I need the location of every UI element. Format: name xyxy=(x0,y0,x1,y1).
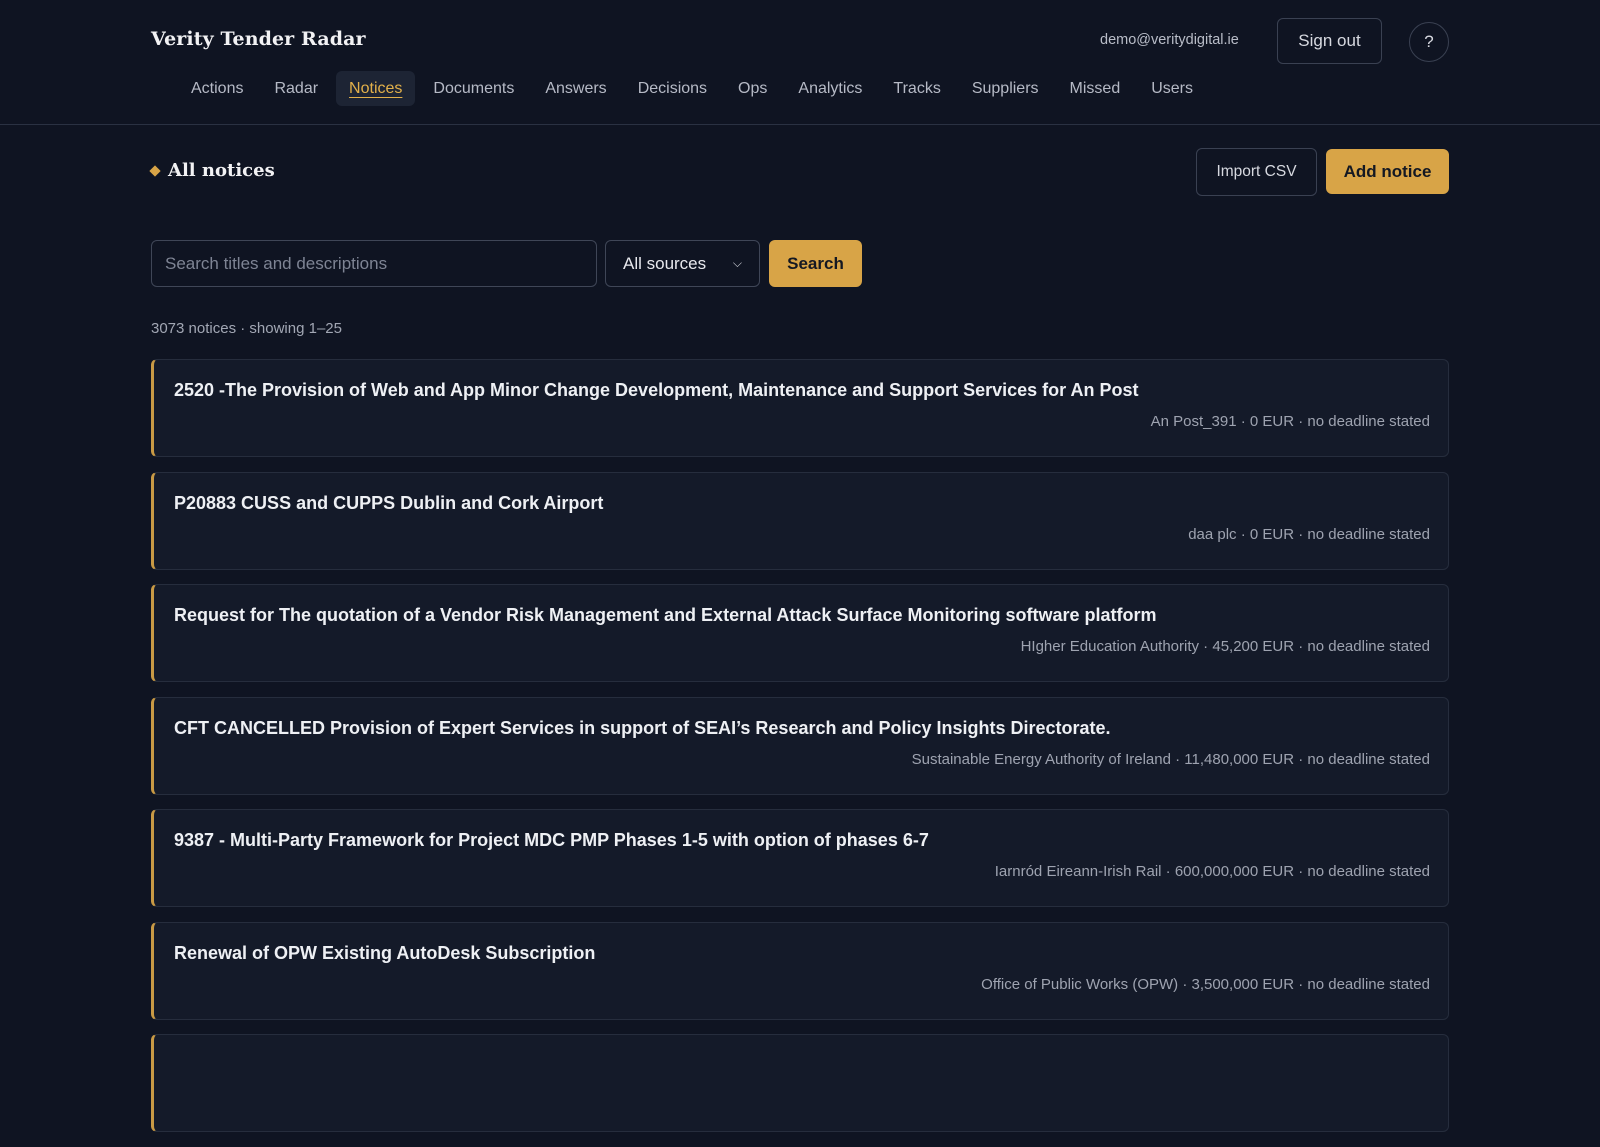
nav-item-analytics[interactable]: Analytics xyxy=(785,71,875,106)
page-title: All notices xyxy=(168,160,275,181)
notice-meta: Office of Public Works (OPW) · 3,500,000… xyxy=(981,975,1430,993)
source-select[interactable]: All sources ⌵ xyxy=(605,240,760,287)
help-button[interactable]: ? xyxy=(1409,22,1449,62)
notice-meta: Iarnród Eireann-Irish Rail · 600,000,000… xyxy=(994,863,1430,880)
main-nav: Actions Radar Notices Documents Answers Decis… xyxy=(178,71,1211,106)
notice-title[interactable]: Renewal of OPW Existing AutoDesk Subscri… xyxy=(174,943,595,964)
notice-meta: Sustainable Energy Authority of Ireland … xyxy=(911,750,1430,768)
notice-title[interactable]: P20883 CUSS and CUPPS Dublin and Cork Ai… xyxy=(174,493,603,514)
source-select-value: All sources xyxy=(623,253,707,273)
results-summary: 3073 notices · showing 1–25 xyxy=(151,320,342,337)
nav-item-ops[interactable]: Ops xyxy=(725,71,780,106)
nav-item-documents[interactable]: Documents xyxy=(420,71,527,106)
notice-title[interactable]: Request for The quotation of a Vendor Ri… xyxy=(174,605,1156,626)
nav-item-users[interactable]: Users xyxy=(1138,71,1206,106)
search-input[interactable] xyxy=(151,240,597,287)
notice-card[interactable]: 2520 -The Provision of Web and App Minor… xyxy=(151,359,1449,457)
sign-out-button[interactable]: Sign out xyxy=(1277,18,1382,64)
notice-title[interactable]: 2520 -The Provision of Web and App Minor… xyxy=(174,380,1139,401)
notice-card[interactable]: P20883 CUSS and CUPPS Dublin and Cork Ai… xyxy=(151,471,1449,570)
user-email: demo@veritydigital.ie xyxy=(1100,32,1239,48)
nav-item-missed[interactable]: Missed xyxy=(1057,71,1134,106)
top-header: Verity Tender Radar demo@veritydigital.i… xyxy=(0,0,1600,125)
notice-meta: An Post_391 · 0 EUR · no deadline stated xyxy=(1150,413,1430,430)
notice-title[interactable]: 9387 - Multi-Party Framework for Project… xyxy=(174,830,929,851)
nav-item-answers[interactable]: Answers xyxy=(532,71,619,106)
nav-item-notices[interactable]: Notices xyxy=(336,71,416,106)
notice-card[interactable] xyxy=(151,1034,1449,1132)
add-notice-button[interactable]: Add notice xyxy=(1326,149,1449,194)
chevron-down-icon: ⌵ xyxy=(732,256,742,270)
notice-card[interactable]: CFT CANCELLED Provision of Expert Servic… xyxy=(151,696,1449,795)
notice-title[interactable]: CFT CANCELLED Provision of Expert Servic… xyxy=(174,718,1111,739)
nav-item-decisions[interactable]: Decisions xyxy=(625,71,720,106)
brand-title[interactable]: Verity Tender Radar xyxy=(151,28,366,50)
nav-item-radar[interactable]: Radar xyxy=(261,71,331,106)
notice-card[interactable]: Renewal of OPW Existing AutoDesk Subscri… xyxy=(151,921,1449,1020)
notice-meta: daa plc · 0 EUR · no deadline stated xyxy=(1188,525,1430,543)
notice-card[interactable]: 9387 - Multi-Party Framework for Project… xyxy=(151,809,1449,907)
section-header: All notices xyxy=(149,160,275,181)
nav-item-suppliers[interactable]: Suppliers xyxy=(959,71,1052,106)
import-csv-button[interactable]: Import CSV xyxy=(1196,148,1317,196)
search-button[interactable]: Search xyxy=(769,240,862,287)
nav-item-tracks[interactable]: Tracks xyxy=(880,71,953,106)
notice-list: 2520 -The Provision of Web and App Minor… xyxy=(151,359,1449,1147)
notice-card[interactable]: Request for The quotation of a Vendor Ri… xyxy=(151,584,1449,682)
notice-meta: HIgher Education Authority · 45,200 EUR … xyxy=(1020,638,1430,655)
nav-item-actions[interactable]: Actions xyxy=(178,71,256,106)
diamond-icon xyxy=(149,164,161,177)
